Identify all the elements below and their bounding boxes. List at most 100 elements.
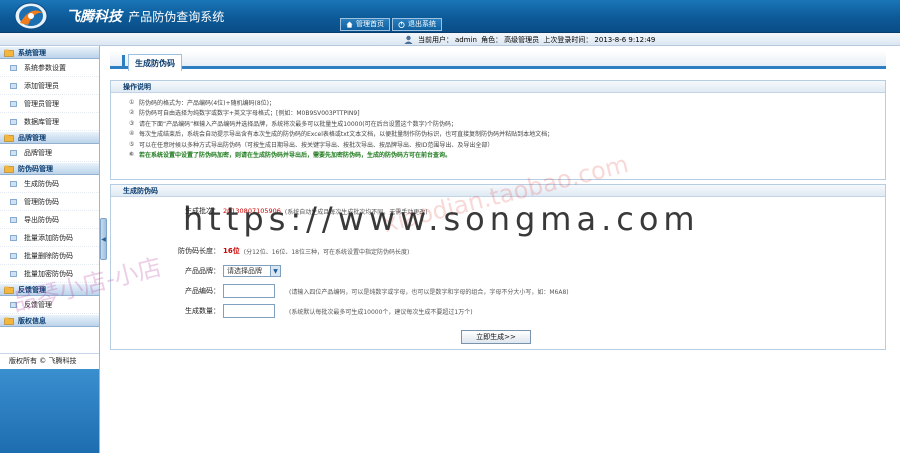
instruction-item: ④ 每次生成结束后，系统会自动提示导出含有本次生成的防伪码的Excel表格或txt…	[129, 129, 885, 140]
folder-icon	[4, 165, 14, 173]
page-icon	[10, 198, 17, 205]
sidebar-item-batch-delete[interactable]: 批量删除防伪码	[0, 247, 99, 265]
sidebar-group-label: 系统管理	[18, 48, 46, 57]
logout-icon	[398, 21, 405, 28]
instruction-item: ② 防伪码可自由选择为纯数字或数字+英文字母格式；[例如：M0B9SV003PTT…	[129, 108, 885, 119]
last-login-value: 2013-8-6 9:12:49	[594, 36, 656, 44]
sidebar-item-label: 导出防伪码	[24, 215, 59, 224]
brand-title: 飞腾科技 产品防伪查询系统	[66, 6, 224, 26]
length-value: 16位	[223, 247, 240, 255]
sidebar-item-label: 批量删除防伪码	[24, 251, 73, 260]
app-root: 飞腾科技 产品防伪查询系统 管理首页 退出系统 当前用户： admin 角色： 高级…	[0, 0, 900, 453]
page-icon	[10, 82, 17, 89]
page-icon	[10, 118, 17, 125]
instruction-num: ④	[129, 130, 135, 138]
page-icon	[10, 216, 17, 223]
user-info-bar: 当前用户： admin 角色： 高级管理员 上次登录时间： 2013-8-6 9:12…	[0, 33, 900, 46]
role-value: 高级管理员	[504, 36, 540, 44]
chevron-left-icon: ◀	[101, 235, 106, 243]
brand-select-value: 请选择品牌	[227, 267, 262, 275]
page-icon	[10, 100, 17, 107]
sidebar-group-label: 品牌管理	[18, 133, 46, 142]
last-login-label: 上次登录时间：	[543, 36, 593, 44]
company-name: 飞腾科技	[66, 9, 122, 25]
home-button-label: 管理首页	[356, 20, 384, 28]
user-info-text: 当前用户： admin 角色： 高级管理员 上次登录时间： 2013-8-6 9:12…	[418, 35, 657, 45]
page-title: 生成防伪码	[128, 54, 182, 71]
sidebar-item-batch-add[interactable]: 批量添加防伪码	[0, 229, 99, 247]
generate-submit-button[interactable]: 立即生成>>	[461, 330, 531, 344]
page-icon	[10, 180, 17, 187]
sidebar-item-admin-manage[interactable]: 管理员管理	[0, 95, 99, 113]
sidebar-item-label: 管理员管理	[24, 99, 59, 108]
instruction-text: 请在下面“产品编码”框输入产品编码并选择品牌，系统将次最多可以批量生成10000…	[139, 120, 457, 128]
sidebar-item-label: 品牌管理	[24, 148, 52, 157]
sidebar-group-copyright[interactable]: 版权信息	[0, 314, 99, 327]
instruction-num: ⑤	[129, 140, 135, 148]
logout-button[interactable]: 退出系统	[392, 18, 442, 31]
sidebar-background-fill	[0, 369, 99, 453]
instructions-list: ① 防伪码的格式为：产品编码(4位)+随机编码(8位)； ② 防伪码可自由选择为纯数…	[111, 93, 885, 160]
sidebar-group-label: 版权信息	[18, 316, 46, 325]
sidebar-collapse-handle[interactable]: ◀	[100, 218, 107, 260]
instruction-text: 防伪码的格式为：产品编码(4位)+随机编码(8位)；	[139, 99, 276, 107]
quantity-hint: (系统默认每批次最多可生成10000个，建议每次生成不要超过1万个)	[289, 308, 473, 316]
main-content: 生成防伪码 操作说明 ① 防伪码的格式为：产品编码(4位)+随机编码(8位)； ②…	[108, 46, 900, 453]
chevron-down-icon: ▼	[270, 266, 280, 276]
sidebar-item-label: 管理防伪码	[24, 197, 59, 206]
logout-button-label: 退出系统	[408, 20, 436, 28]
code-hint: (请输入四位产品编码，可以是纯数字或字母，也可以是数字和字母的组合，字母不分大小…	[289, 288, 569, 296]
instruction-item: ① 防伪码的格式为：产品编码(4位)+随机编码(8位)；	[129, 97, 885, 108]
logo-icon	[14, 2, 48, 30]
page-header: 生成防伪码	[110, 51, 886, 71]
length-hint: (分12位、16位、18位三种，可在系统设置中指定防伪码长度)	[243, 248, 410, 256]
sidebar-item-generate-codes[interactable]: 生成防伪码	[0, 175, 99, 193]
watermark-url: https://www.songma.com	[183, 200, 700, 238]
folder-icon	[4, 317, 14, 325]
sidebar-item-label: 批量添加防伪码	[24, 233, 73, 242]
role-label: 角色：	[481, 36, 503, 44]
sidebar-item-brand-manage[interactable]: 品牌管理	[0, 144, 99, 162]
instruction-item-warning: ⑥ 若在系统设置中设置了防伪码加密，则请在生成防伪码并导出后，需要先加密防伪码，生…	[129, 150, 885, 161]
page-icon	[10, 234, 17, 241]
instructions-panel: 操作说明 ① 防伪码的格式为：产品编码(4位)+随机编码(8位)； ② 防伪码可自由…	[110, 80, 886, 180]
instruction-num: ②	[129, 109, 135, 117]
folder-icon	[4, 134, 14, 142]
home-button[interactable]: 管理首页	[340, 18, 390, 31]
sidebar: 系统管理 系统参数设置 添加管理员 管理员管理 数据库管理 品牌管理 品牌管理	[0, 46, 100, 453]
sidebar-item-system-settings[interactable]: 系统参数设置	[0, 59, 99, 77]
sidebar-group-label: 防伪码管理	[18, 164, 53, 173]
quantity-input[interactable]	[223, 304, 275, 318]
instruction-text: 防伪码可自由选择为纯数字或数字+英文字母格式；[例如：M0B9SV003PTTP…	[139, 110, 360, 118]
product-code-input[interactable]	[223, 284, 275, 298]
instruction-num: ①	[129, 98, 135, 106]
top-header: 飞腾科技 产品防伪查询系统 管理首页 退出系统	[0, 0, 900, 33]
instruction-num: ⑥	[129, 151, 135, 159]
quantity-row: 生成数量： (系统默认每批次最多可生成10000个，建议每次生成不要超过1万个)	[111, 303, 473, 319]
instruction-num: ③	[129, 119, 135, 127]
brand-select[interactable]: 请选择品牌 ▼	[223, 265, 281, 277]
instruction-text: 每次生成结束后，系统会自动提示导出含有本次生成的防伪码的Excel表格或txt文…	[139, 131, 554, 139]
sidebar-item-label: 系统参数设置	[24, 63, 66, 72]
instruction-item: ⑤ 可以在任意时候以多种方式导出防伪码（可按生成日期导出、按关键字导出、按批次导出…	[129, 139, 885, 150]
user-label: 当前用户：	[418, 36, 453, 44]
sidebar-group-brand[interactable]: 品牌管理	[0, 131, 99, 144]
sidebar-item-add-admin[interactable]: 添加管理员	[0, 77, 99, 95]
page-icon	[10, 252, 17, 259]
page-icon	[10, 270, 17, 277]
sidebar-group-codes[interactable]: 防伪码管理	[0, 162, 99, 175]
copyright-text: 版权所有 © 飞腾科技	[0, 353, 99, 367]
sidebar-item-label: 添加管理员	[24, 81, 59, 90]
sidebar-group-system[interactable]: 系统管理	[0, 46, 99, 59]
sidebar-item-label: 生成防伪码	[24, 179, 59, 188]
instructions-title: 操作说明	[111, 81, 885, 93]
page-icon	[10, 64, 17, 71]
sidebar-item-export-codes[interactable]: 导出防伪码	[0, 211, 99, 229]
folder-icon	[4, 49, 14, 57]
instruction-text: 可以在任意时候以多种方式导出防伪码（可按生成日期导出、按关键字导出、按批次导出、…	[139, 141, 494, 149]
instruction-text: 若在系统设置中设置了防伪码加密，则请在生成防伪码并导出后，需要先加密防伪码，生成…	[139, 152, 452, 160]
home-icon	[346, 21, 353, 28]
user-value: admin	[455, 36, 477, 44]
sidebar-item-database[interactable]: 数据库管理	[0, 113, 99, 131]
sidebar-item-manage-codes[interactable]: 管理防伪码	[0, 193, 99, 211]
